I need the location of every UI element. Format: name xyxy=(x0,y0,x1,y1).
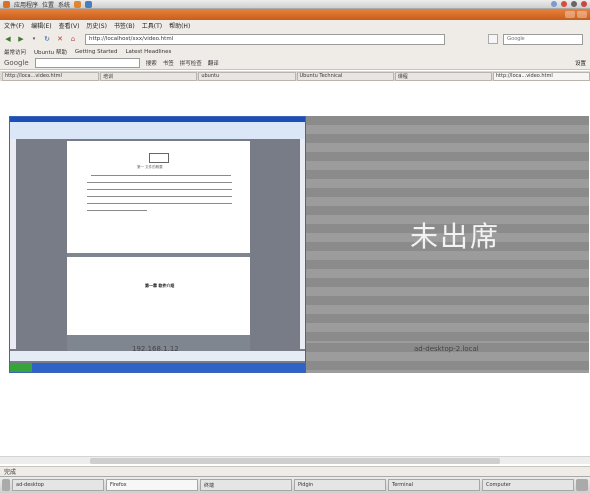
volume-icon[interactable] xyxy=(561,1,567,7)
google-spellcheck-button[interactable]: 拼写检查 xyxy=(180,59,202,67)
bookmark-getting-started[interactable]: Getting Started xyxy=(75,49,118,55)
right-caption: ad-desktop-2.local xyxy=(414,345,479,353)
menu-bookmarks[interactable]: 书签(B) xyxy=(114,21,135,30)
top-menu-applications[interactable]: 应用程序 xyxy=(14,0,38,9)
clock-icon[interactable] xyxy=(571,1,577,7)
tab-active[interactable]: http://loca...video.html xyxy=(492,71,590,81)
bookmark-most-visited[interactable]: 最常访问 xyxy=(4,48,26,56)
remote-word-toolbar xyxy=(10,122,305,139)
remote-document-page-1: 第一 文件的概要 xyxy=(67,141,250,253)
menu-edit[interactable]: 编辑(E) xyxy=(31,21,51,30)
text-line xyxy=(87,210,147,211)
trash-icon[interactable] xyxy=(576,479,588,491)
back-icon[interactable]: ◀ xyxy=(3,34,13,44)
dropdown-icon[interactable]: ▾ xyxy=(29,34,39,44)
top-panel: 应用程序 位置 系统 xyxy=(0,0,590,9)
remote-desktop-thumbnail-1[interactable]: 第一 文件的概要 第一章 软件介绍 xyxy=(9,116,306,373)
remote-start-button xyxy=(10,363,32,372)
reload-icon[interactable]: ↻ xyxy=(42,34,52,44)
tab[interactable]: ubuntu xyxy=(198,71,296,81)
horizontal-scrollbar[interactable] xyxy=(0,456,590,464)
taskbar-item[interactable]: Terminal xyxy=(388,479,480,491)
text-line xyxy=(87,182,232,183)
menu-tools[interactable]: 工具(T) xyxy=(142,21,162,30)
remote-document-page-2: 第一章 软件介绍 xyxy=(67,257,250,335)
stop-icon[interactable]: ✕ xyxy=(55,34,65,44)
top-menu-system[interactable]: 系统 xyxy=(58,0,70,9)
taskbar-item[interactable]: ad-desktop xyxy=(12,479,104,491)
top-menu-places[interactable]: 位置 xyxy=(42,0,54,9)
firefox-launcher-icon[interactable] xyxy=(74,0,82,8)
text-line xyxy=(91,175,231,176)
text-line xyxy=(87,189,232,190)
remote-doc-heading: 第一 文件的概要 xyxy=(137,165,163,169)
status-text: 完成 xyxy=(4,469,17,476)
text-line xyxy=(87,203,232,204)
home-icon[interactable]: ⌂ xyxy=(68,34,78,44)
mail-launcher-icon[interactable] xyxy=(85,0,93,8)
taskbar-item[interactable]: Computer xyxy=(482,479,574,491)
menu-view[interactable]: 查看(V) xyxy=(59,21,80,30)
ubuntu-logo-icon[interactable] xyxy=(3,0,10,8)
tab[interactable]: 培训 xyxy=(100,71,198,81)
bookmark-latest-headlines[interactable]: Latest Headlines xyxy=(125,49,171,55)
remote-doc-chapter-title: 第一章 软件介绍 xyxy=(145,283,175,288)
remote-taskbar xyxy=(10,363,305,372)
go-button[interactable] xyxy=(488,34,498,44)
window-title-bar xyxy=(0,9,590,20)
tab-bar: http://loca...video.html 培训 ubuntu Ubunt… xyxy=(0,71,590,81)
left-caption: 192.168.1.12 xyxy=(132,345,179,353)
remote-left-ruler xyxy=(10,139,16,349)
network-icon[interactable] xyxy=(551,1,557,7)
search-field[interactable] xyxy=(503,33,583,45)
text-line xyxy=(87,196,232,197)
google-toolbar: Google 搜索 书签 拼写检查 翻译 设置 xyxy=(0,57,590,70)
google-logo: Google xyxy=(4,59,29,67)
taskbar-item[interactable]: Pidgin xyxy=(294,479,386,491)
forward-icon[interactable]: ▶ xyxy=(16,34,26,44)
absent-label: 未出席 xyxy=(410,220,501,253)
browser-status-bar: 完成 xyxy=(0,466,590,476)
bookmarks-bar: 最常访问 Ubuntu 帮助 Getting Started Latest He… xyxy=(0,47,590,57)
tab[interactable]: http://loca...video.html xyxy=(2,71,100,81)
remote-document-area: 第一 文件的概要 第一章 软件介绍 xyxy=(67,141,250,351)
window-controls xyxy=(565,11,587,18)
menu-help[interactable]: 帮助(H) xyxy=(169,21,190,30)
close-button[interactable] xyxy=(577,11,587,18)
google-search-button[interactable]: 搜索 xyxy=(146,59,157,67)
remote-doc-figure xyxy=(149,153,169,163)
scrollbar-thumb[interactable] xyxy=(90,458,500,464)
menu-bar: 文件(F) 编辑(E) 查看(V) 历史(S) 书签(B) 工具(T) 帮助(H… xyxy=(0,20,590,31)
google-translate-button[interactable]: 翻译 xyxy=(208,59,219,67)
google-settings-button[interactable]: 设置 xyxy=(575,59,586,67)
taskbar-item[interactable]: Firefox xyxy=(106,479,198,491)
navigation-bar: ◀ ▶ ▾ ↻ ✕ ⌂ http://localhost/xxx/video.h… xyxy=(0,31,590,47)
google-search-input[interactable] xyxy=(34,58,140,68)
top-panel-tray xyxy=(551,1,587,7)
bookmark-ubuntu-help[interactable]: Ubuntu 帮助 xyxy=(34,48,67,56)
url-field[interactable]: http://localhost/xxx/video.html xyxy=(85,33,445,45)
menu-history[interactable]: 历史(S) xyxy=(86,21,107,30)
google-bookmarks-button[interactable]: 书签 xyxy=(163,59,174,67)
tab[interactable]: Ubuntu Technical xyxy=(296,71,394,81)
taskbar-item[interactable]: 终端 xyxy=(200,479,292,491)
page-content: 第一 文件的概要 第一章 软件介绍 未出席 192.168.1.12 ad-de… xyxy=(0,81,590,451)
tab[interactable]: 课程 xyxy=(394,71,492,81)
minimize-button[interactable] xyxy=(565,11,575,18)
show-desktop-icon[interactable] xyxy=(2,479,10,491)
menu-file[interactable]: 文件(F) xyxy=(4,21,24,30)
power-icon[interactable] xyxy=(581,1,587,7)
bottom-taskbar: ad-desktop Firefox 终端 Pidgin Terminal Co… xyxy=(0,476,590,493)
